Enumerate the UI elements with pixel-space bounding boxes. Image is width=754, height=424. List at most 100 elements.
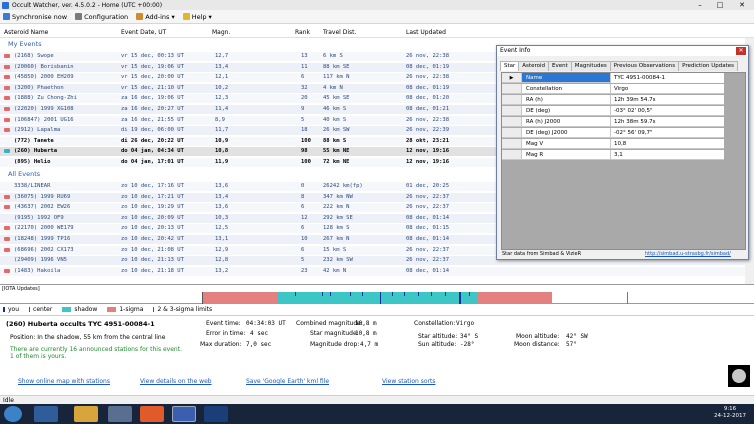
cell-name: (9195) 1992 OF9 <box>14 214 64 221</box>
event-title: (260) Huberta occults TYC 4951-00084-1 <box>6 320 155 328</box>
property-name: Mag R <box>526 152 544 158</box>
cell-dist: 88 km S <box>323 137 347 144</box>
col-rank[interactable]: Rank <box>295 28 310 38</box>
cell-updated: 12 nov, 19:16 <box>406 148 450 155</box>
legend-sigma-label: 1-sigma <box>119 306 144 313</box>
row-marker <box>4 75 10 80</box>
taskbar-occultwatcher[interactable] <box>172 406 196 422</box>
cell-dist: 15 km S <box>323 246 347 253</box>
property-value: Virgo <box>614 86 629 92</box>
taskbar-firefox[interactable] <box>140 406 164 422</box>
help-menu[interactable]: Help ▾ <box>182 12 212 21</box>
row-marker <box>4 107 10 111</box>
moon-altitude-value: 42° SW <box>566 333 588 340</box>
cell-dist: 6 km S <box>323 53 343 59</box>
taskbar-explorer[interactable] <box>34 406 58 422</box>
cell-dist: 45 km SE <box>323 95 350 102</box>
property-row[interactable]: Name TYC 4951-00084-1 <box>522 73 724 83</box>
google-earth-link[interactable]: Save 'Google Earth' kml file <box>246 378 329 385</box>
synchronise-button[interactable]: Synchronise now <box>3 13 67 21</box>
property-value: TYC 4951-00084-1 <box>611 73 724 83</box>
dialog-close-icon[interactable]: ✕ <box>736 47 746 55</box>
cell-date: zo 10 dec, 20:42 UT <box>121 236 184 242</box>
tab-previous-observations[interactable]: Previous Observations <box>609 61 680 71</box>
configuration-menu[interactable]: Configuration <box>75 13 128 21</box>
property-row[interactable]: DE (deg) -03° 02' 00,5" <box>522 106 724 116</box>
property-row[interactable]: DE (deg) J2000 -02° 56' 09,7" <box>522 128 724 138</box>
taskbar-photoshop[interactable] <box>204 406 228 422</box>
property-row-header <box>502 139 522 149</box>
property-name: Mag V <box>526 141 544 147</box>
moon-phase-image <box>728 365 750 387</box>
cell-name: (260) Huberta <box>14 148 58 155</box>
help-label: Help <box>191 12 207 21</box>
taskbar-app[interactable] <box>108 406 132 422</box>
property-row[interactable]: RA (h) J2000 12h 38m 59.7s <box>522 117 724 127</box>
tab-magnitudes[interactable]: Magnitudes <box>570 61 611 71</box>
property-name: Name <box>526 75 543 81</box>
timeline-sigma-right <box>477 292 552 304</box>
close-button[interactable]: ✕ <box>732 0 752 10</box>
window-titlebar: Occult Watcher, ver. 4.5.0.2 - Home (UTC… <box>0 0 754 10</box>
taskbar-clock[interactable]: 9:16 24-12-2017 <box>714 406 746 420</box>
row-marker <box>4 226 10 231</box>
app-icon <box>2 1 9 9</box>
cell-mag: 12,9 <box>215 246 229 253</box>
minimize-button[interactable]: – <box>690 0 710 10</box>
col-asteroid[interactable]: Asteroid Name <box>4 28 48 38</box>
tab-asteroid[interactable]: Asteroid <box>518 61 549 71</box>
property-row[interactable]: Constellation Virgo <box>522 84 724 94</box>
window-title: Occult Watcher, ver. 4.5.0.2 - Home (UTC… <box>12 1 163 9</box>
legend-sigma: 1-sigma <box>107 306 143 313</box>
start-button[interactable] <box>4 406 22 422</box>
web-details-link[interactable]: View details on the web <box>140 378 212 385</box>
maximize-button[interactable]: □ <box>710 0 730 10</box>
addins-menu[interactable]: Add-ins ▾ <box>136 13 175 21</box>
taskbar-folder[interactable] <box>74 406 98 422</box>
taskbar-time: 9:16 <box>723 406 737 412</box>
my-events-heading[interactable]: My Events <box>8 40 42 48</box>
col-last-updated[interactable]: Last Updated <box>406 28 446 38</box>
property-name: RA (h) <box>526 97 543 103</box>
cell-dist: 72 km NE <box>323 159 350 165</box>
cell-date: di 19 dec, 06:00 UT <box>121 127 184 134</box>
cell-dist: 117 km N <box>323 74 350 81</box>
station-tick <box>322 292 323 296</box>
station-tick <box>404 292 405 296</box>
gear-icon <box>75 13 83 20</box>
row-marker <box>4 117 10 122</box>
cell-name: (772) Tanete <box>14 137 54 144</box>
constellation-label: Constellation: <box>414 320 456 327</box>
star-mag-label: Star magnitude: <box>310 330 359 337</box>
table-row[interactable]: (1483) Hakoila zo 10 dec, 21:18 UT 13,2 23 4… <box>0 266 754 276</box>
dialog-footer-text: Star data from Simbad & VizieR <box>502 251 582 257</box>
simbad-link[interactable]: http://simbad.u-strasbg.fr/simbad/ <box>645 251 731 257</box>
cell-updated: 08 dec, 01:14 <box>406 267 450 274</box>
station-sorts-link[interactable]: View station sorts <box>382 378 435 385</box>
property-name: DE (deg) <box>526 108 551 114</box>
cell-dist: 4 km N <box>323 84 343 91</box>
cell-name: (22170) 2000 WE179 <box>14 225 74 232</box>
star-property-grid: ▶ Name TYC 4951-00084-1 Constellation Virgo R… <box>501 72 746 250</box>
tab-star[interactable]: Star <box>500 61 520 71</box>
property-row[interactable]: RA (h) 12h 39m 54.7s <box>522 95 724 105</box>
col-travel-dist[interactable]: Travel Dist. <box>323 28 356 38</box>
col-magn[interactable]: Magn. <box>212 28 230 38</box>
cell-rank: 100 <box>301 159 311 165</box>
cell-name: (43637) 2002 EW26 <box>14 204 71 211</box>
online-map-link[interactable]: Show online map with stations <box>18 378 110 385</box>
tab-event[interactable]: Event <box>547 61 572 71</box>
cell-rank: 98 <box>301 148 308 155</box>
cell-date: zo 10 dec, 17:21 UT <box>121 193 184 200</box>
property-row[interactable]: Mag R 3,1 <box>522 150 724 160</box>
cell-mag: 10,2 <box>215 84 229 91</box>
event-time-value: 04:34:03 UT <box>246 320 286 327</box>
all-events-heading[interactable]: All Events <box>8 170 40 178</box>
legend-limits-swatch <box>153 307 155 312</box>
sun-altitude-value: -28° <box>460 341 475 348</box>
col-event-date[interactable]: Event Date, UT <box>121 28 166 38</box>
property-row[interactable]: Mag V 10,8 <box>522 139 724 149</box>
cell-name: (895) Helio <box>14 159 51 165</box>
tab-prediction-updates[interactable]: Prediction Updates <box>678 61 738 71</box>
timeline-bar[interactable] <box>0 292 754 304</box>
